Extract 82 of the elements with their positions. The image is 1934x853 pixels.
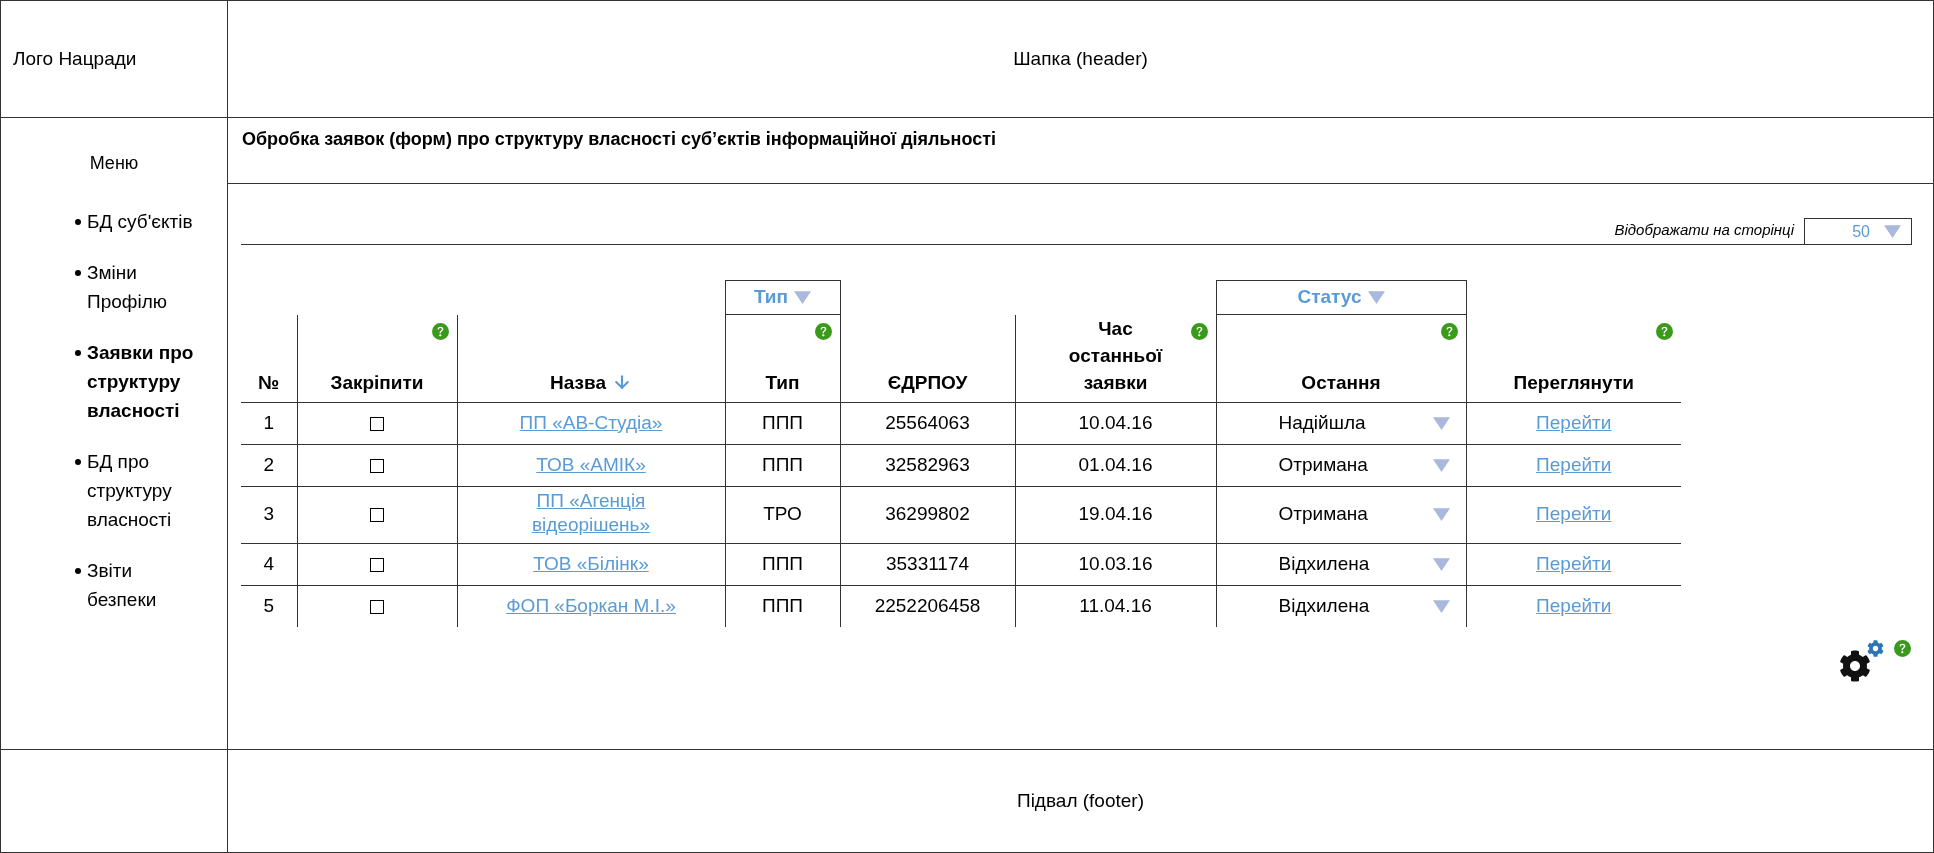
menu-item[interactable]: БД про структуру власності bbox=[75, 447, 227, 534]
column-header: Остання bbox=[1216, 314, 1466, 402]
dropdown-triangle-icon[interactable] bbox=[1432, 508, 1450, 521]
help-icon[interactable] bbox=[814, 323, 832, 340]
table-cell: 1 bbox=[263, 411, 275, 433]
table-cell: 11.04.16 bbox=[1079, 595, 1152, 616]
open-link[interactable]: Перейти bbox=[1536, 595, 1612, 616]
pin-checkbox[interactable] bbox=[370, 557, 384, 572]
per-page-select[interactable]: 50 bbox=[1804, 218, 1912, 245]
open-link[interactable]: Перейти bbox=[1536, 453, 1612, 475]
name-link[interactable]: ПП «Агенція відеорішень» bbox=[493, 489, 689, 538]
dropdown-triangle-icon[interactable] bbox=[1432, 557, 1450, 571]
column-header: Закріпити bbox=[297, 314, 457, 402]
pin-checkbox[interactable] bbox=[370, 600, 384, 614]
table-cell-text: Отримана bbox=[1278, 452, 1368, 477]
column-header: Переглянути bbox=[1466, 314, 1681, 402]
column-header: № bbox=[241, 314, 297, 402]
header-title: Шапка (header) bbox=[1012, 46, 1149, 71]
dropdown-triangle-icon[interactable] bbox=[1432, 599, 1450, 613]
table-cell: 3 bbox=[263, 503, 275, 525]
table-cell: 35331174 bbox=[885, 552, 970, 574]
pin-checkbox[interactable] bbox=[370, 458, 384, 473]
bullet-icon bbox=[75, 270, 81, 276]
open-link[interactable]: Перейти bbox=[1536, 503, 1612, 525]
group-header[interactable]: Статус bbox=[1216, 280, 1466, 315]
table-cell: ППП bbox=[762, 411, 803, 433]
dropdown-triangle-icon[interactable] bbox=[1884, 225, 1901, 238]
table-cell: 4 bbox=[263, 552, 275, 574]
table-cell: ППП bbox=[762, 595, 803, 616]
table-cell: ППП bbox=[762, 552, 803, 574]
column-header[interactable]: Назва bbox=[457, 314, 725, 402]
menu-item[interactable]: Зміни Профілю bbox=[75, 258, 227, 316]
help-icon[interactable] bbox=[1894, 640, 1911, 657]
bullet-icon bbox=[75, 459, 81, 465]
table-cell: 36299802 bbox=[885, 503, 970, 525]
menu-item[interactable]: Заявки про структуру власності bbox=[75, 338, 227, 425]
column-header: ЄДРПОУ bbox=[840, 314, 1015, 402]
menu-title: Меню bbox=[88, 152, 140, 175]
dropdown-triangle-icon[interactable] bbox=[1367, 291, 1385, 304]
settings-icon[interactable] bbox=[1839, 640, 1884, 682]
name-link[interactable]: ТОВ «Білінк» bbox=[533, 551, 649, 576]
pin-checkbox[interactable] bbox=[370, 508, 384, 523]
group-header[interactable]: Тип bbox=[725, 280, 840, 315]
name-link[interactable]: ПП «АВ-Студіа» bbox=[519, 410, 663, 435]
help-icon[interactable] bbox=[1656, 322, 1673, 340]
table-cell: ТРО bbox=[763, 503, 802, 525]
help-icon[interactable] bbox=[1440, 323, 1458, 340]
table-cell: 10.03.16 bbox=[1078, 552, 1153, 574]
table-cell: 2252206458 bbox=[874, 595, 981, 616]
name-link[interactable]: ФОП «Боркан М.І.» bbox=[506, 594, 676, 618]
table-cell: 5 bbox=[263, 595, 275, 616]
column-header: Час останньої заявки bbox=[1015, 314, 1216, 402]
table-cell-text: Відхилена bbox=[1278, 594, 1370, 618]
table-cell: 01.04.16 bbox=[1078, 453, 1153, 475]
table-cell-text: Надійшла bbox=[1278, 410, 1366, 435]
table-cell: 19.04.16 bbox=[1078, 503, 1153, 525]
page-title: Обробка заявок (форм) про структуру власності суб’єктів інформаційної діяльності bbox=[242, 129, 997, 149]
bullet-icon bbox=[75, 350, 81, 356]
logo-panel: Лого Нацради bbox=[1, 1, 228, 117]
dropdown-triangle-icon[interactable] bbox=[1432, 416, 1450, 430]
column-header: Тип bbox=[725, 314, 840, 402]
table-cell: 10.04.16 bbox=[1078, 411, 1153, 433]
bullet-icon bbox=[75, 219, 81, 225]
name-link[interactable]: ТОВ «АМІК» bbox=[536, 452, 646, 477]
table-cell: 2 bbox=[263, 453, 275, 475]
bullet-icon bbox=[75, 568, 81, 574]
open-link[interactable]: Перейти bbox=[1536, 552, 1612, 574]
table-cell: 32582963 bbox=[885, 453, 970, 475]
table-cell: ППП bbox=[762, 453, 803, 475]
pin-checkbox[interactable] bbox=[370, 416, 384, 431]
dropdown-triangle-icon[interactable] bbox=[1432, 458, 1450, 472]
help-icon[interactable] bbox=[431, 322, 449, 340]
per-page-label: Відображати на сторінці bbox=[1614, 219, 1794, 240]
open-link[interactable]: Перейти bbox=[1536, 411, 1612, 433]
dropdown-triangle-icon[interactable] bbox=[794, 291, 811, 304]
menu-item[interactable]: БД суб'єктів bbox=[75, 207, 227, 236]
menu-item[interactable]: Звіти безпеки bbox=[75, 556, 227, 614]
table-cell-text: Отримана bbox=[1278, 502, 1368, 527]
footer-title: Підвал (footer) bbox=[1016, 788, 1145, 813]
help-icon[interactable] bbox=[1190, 322, 1208, 340]
table-cell: 25564063 bbox=[885, 411, 970, 433]
table-cell-text: Відхилена bbox=[1278, 551, 1370, 576]
